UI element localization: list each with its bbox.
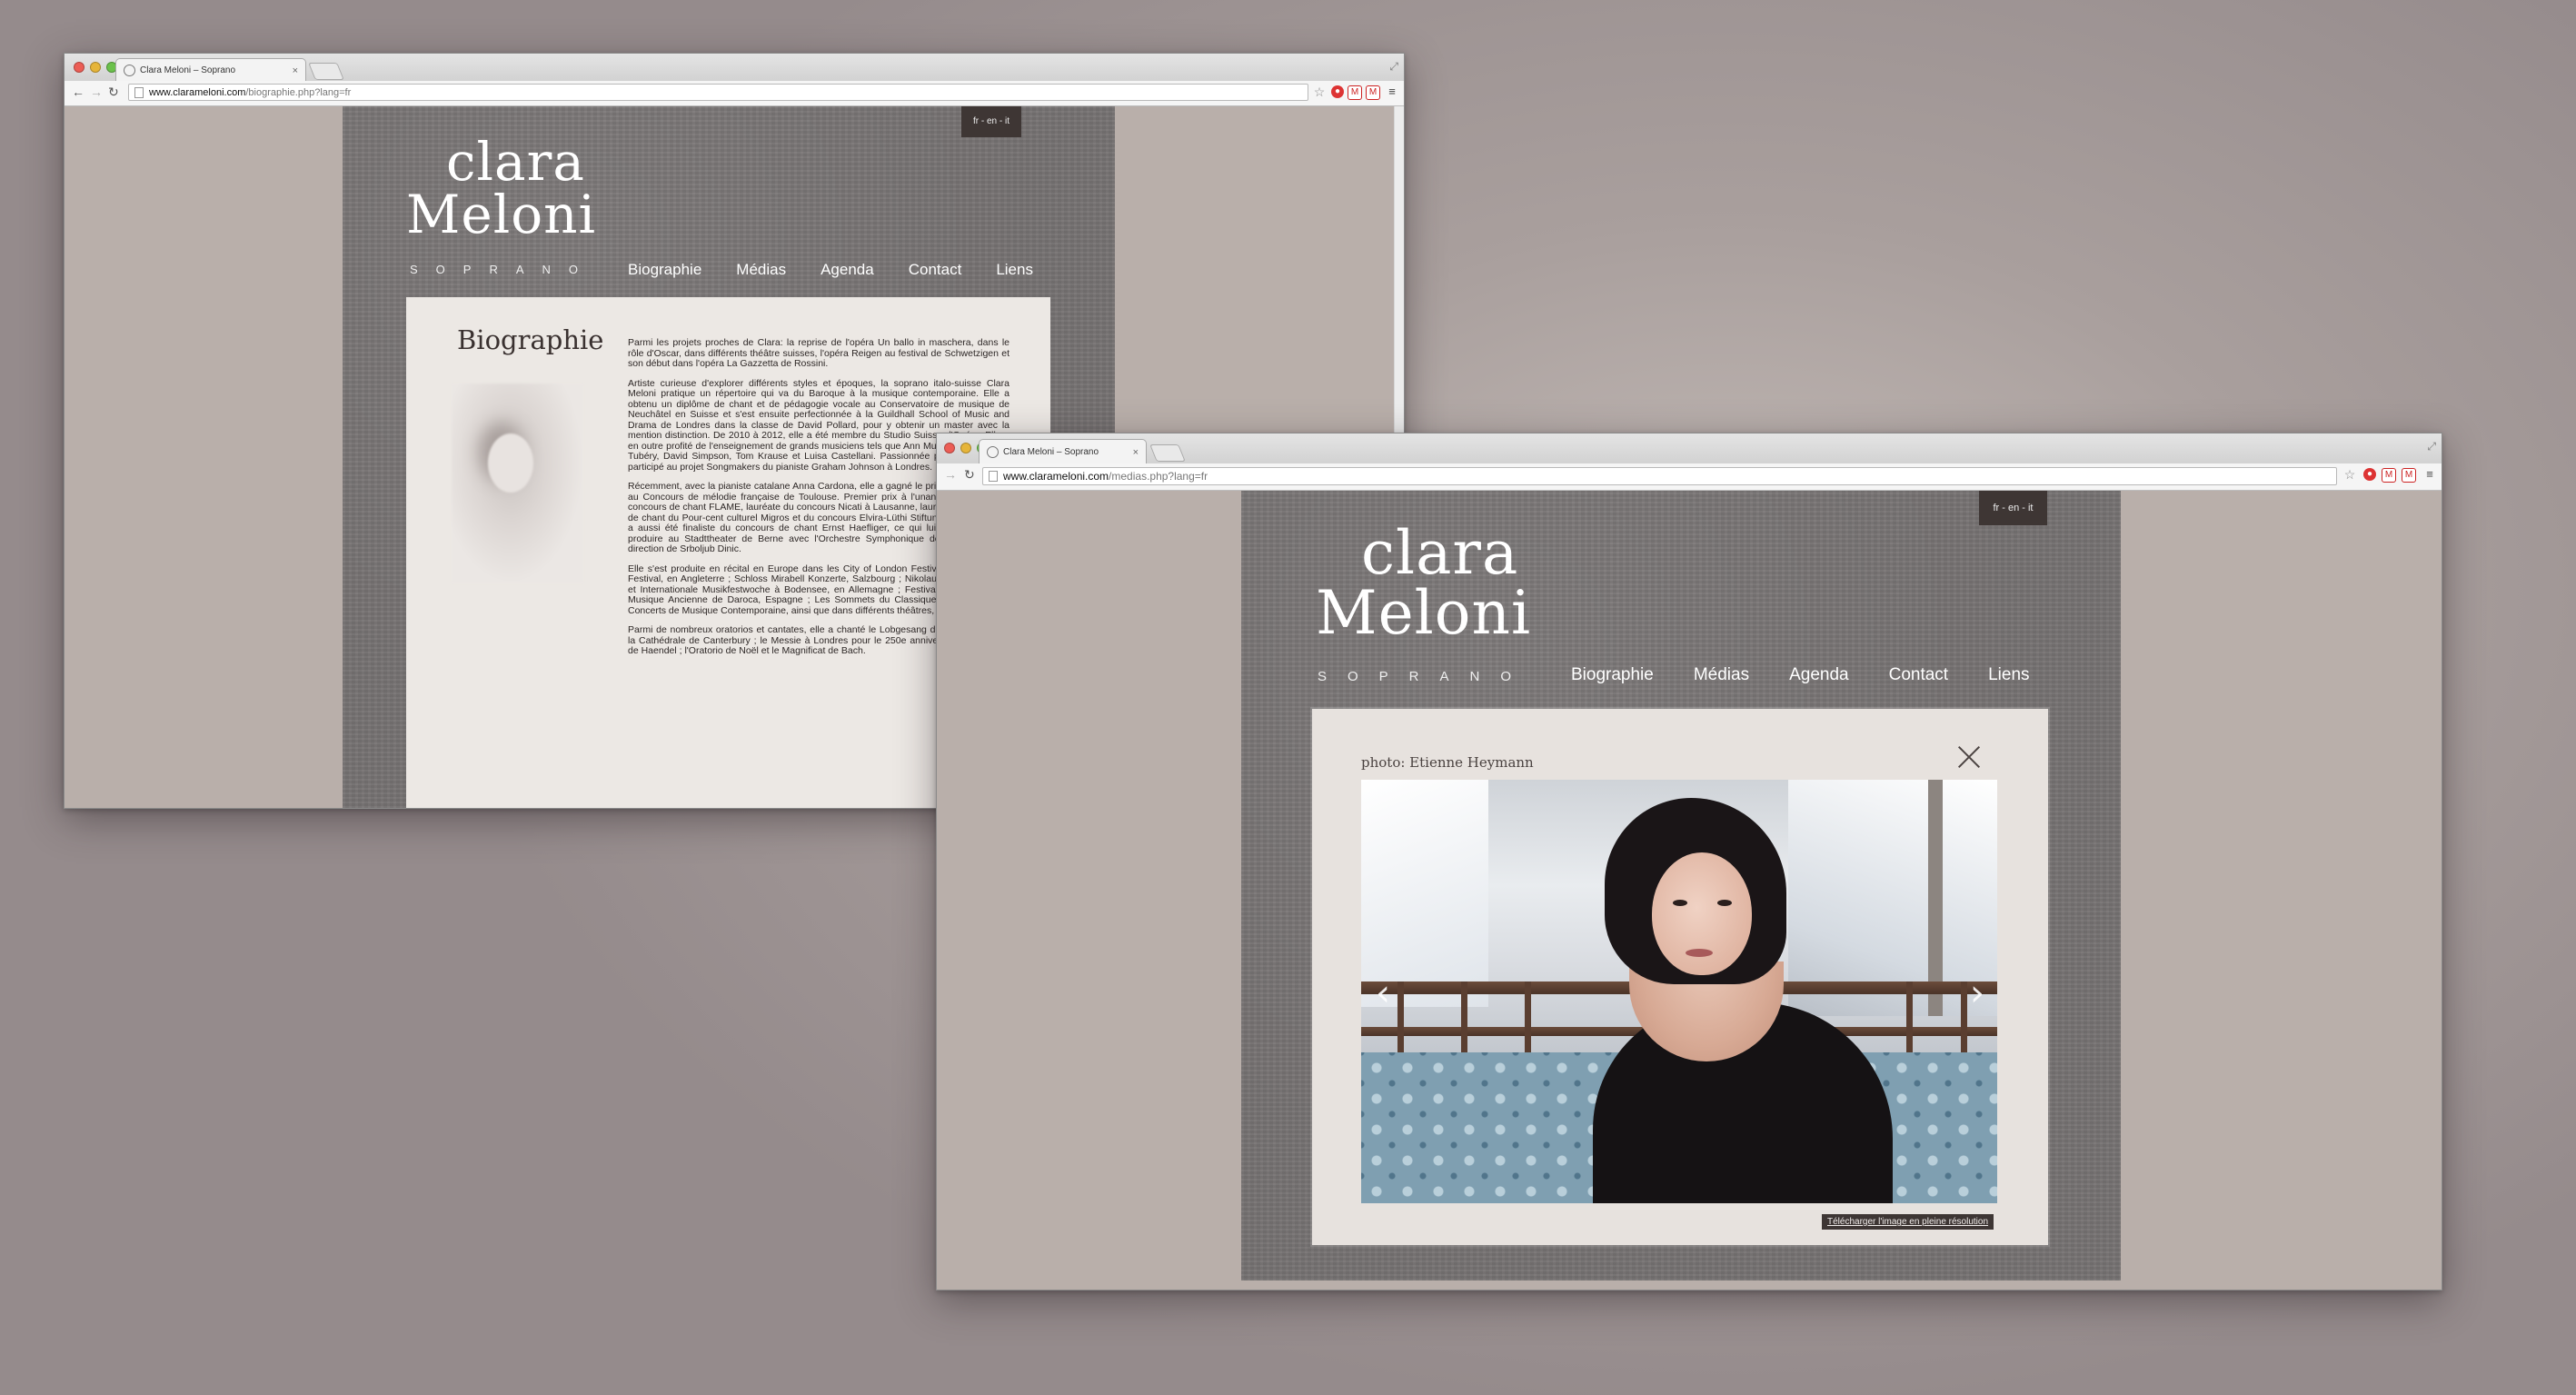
logo-first-name: clara [446,131,585,193]
url-path: /medias.php?lang=fr [1109,470,1208,483]
tagline: SOPRANO [1318,669,1533,684]
url-domain: www.clarameloni.com [1003,470,1109,483]
fullscreen-icon[interactable]: ⤢ [2427,440,2436,453]
tab-close-icon[interactable]: × [1133,447,1139,458]
minimize-window-button[interactable] [90,62,101,73]
tab-title: Clara Meloni – Soprano [1003,447,1099,457]
main-nav: Biographie Médias Agenda Contact Liens [1571,665,2070,685]
new-tab-button[interactable] [308,63,344,80]
bio-paragraph: Parmi les projets proches de Clara: la r… [628,337,1010,369]
portrait-face [488,433,533,493]
extension-icon[interactable]: ● [2363,468,2376,481]
chevron-right-icon[interactable]: › [1970,972,1984,1014]
forward-arrow-icon[interactable]: → [90,85,103,99]
download-full-resolution-link[interactable]: Télécharger l'image en pleine résolution [1822,1214,1994,1230]
language-switch[interactable]: fr - en - it [1979,491,2047,525]
mail-notifier-icon[interactable]: M [2402,468,2416,483]
address-bar[interactable]: www.clarameloni.com/medias.php?lang=fr [982,467,2337,485]
menu-icon[interactable]: ≡ [2423,468,2436,481]
page-icon [989,471,998,482]
star-icon[interactable]: ☆ [1313,85,1326,98]
extension-icon[interactable]: ● [1331,85,1344,98]
nav-medias[interactable]: Médias [1694,665,1749,685]
page-icon [134,86,144,98]
photo-spindle [1906,981,1913,1063]
logo-last-name: Meloni [1316,578,1532,648]
nav-liens[interactable]: Liens [1988,665,2029,685]
reload-icon[interactable]: ↻ [108,85,119,100]
browser-tab[interactable]: Clara Meloni – Soprano × [979,439,1147,464]
menu-icon[interactable]: ≡ [1386,85,1398,98]
close-window-button[interactable] [74,62,85,73]
address-bar[interactable]: www.clarameloni.com/biographie.php?lang=… [128,84,1308,101]
nav-contact[interactable]: Contact [1889,665,1948,685]
back-arrow-icon[interactable]: ← [72,85,85,99]
photo-figure-lips [1686,949,1713,957]
language-switch[interactable]: fr - en - it [961,106,1021,137]
nav-biographie[interactable]: Biographie [628,261,701,279]
nav-medias[interactable]: Médias [736,261,786,279]
nav-biographie[interactable]: Biographie [1571,665,1654,685]
site-logo[interactable]: clara Meloni [406,135,596,241]
close-window-button[interactable] [944,443,955,453]
browser-toolbar: ← → ↻ www.clarameloni.com/biographie.php… [65,81,1404,106]
nav-agenda[interactable]: Agenda [1789,665,1849,685]
nav-liens[interactable]: Liens [996,261,1033,279]
logo-last-name: Meloni [406,184,597,245]
main-nav: Biographie Médias Agenda Contact Liens [628,261,1068,279]
photo-window-right [1788,780,1997,1016]
forward-arrow-icon[interactable]: → [944,467,957,482]
favicon-icon [987,446,999,458]
tab-strip: Clara Meloni – Soprano × ⤢ [937,433,2442,464]
window-controls [74,62,117,73]
new-tab-button[interactable] [1149,444,1186,462]
page-viewport: fr - en - it clara Meloni SOPRANO Biogra… [937,491,2442,1290]
site-container: fr - en - it clara Meloni SOPRANO Biogra… [1241,491,2121,1280]
nav-agenda[interactable]: Agenda [821,261,874,279]
tagline: SOPRANO [410,263,597,276]
gallery-photo: ‹ › [1361,780,1997,1203]
photo-lightbox: photo: Etienne Heymann ‹ › Télécharger l… [1312,709,2048,1245]
portrait-image [452,384,583,583]
tab-title: Clara Meloni – Soprano [140,65,236,75]
site-logo[interactable]: clara Meloni [1316,523,1531,643]
minimize-window-button[interactable] [960,443,971,453]
fullscreen-icon[interactable]: ⤢ [1389,60,1398,74]
tab-strip: Clara Meloni – Soprano × ⤢ [65,54,1404,82]
mail-icon[interactable]: M [1348,85,1362,100]
nav-contact[interactable]: Contact [909,261,962,279]
logo-first-name: clara [1361,518,1519,588]
photo-credit: photo: Etienne Heymann [1361,754,1534,771]
browser-window-medias: Clara Meloni – Soprano × ⤢ → ↻ www.clara… [936,433,2442,1290]
mail-notifier-icon[interactable]: M [1366,85,1380,100]
photo-spindle [1397,981,1404,1063]
photo-figure-eye [1673,900,1687,906]
star-icon[interactable]: ☆ [2343,468,2356,481]
page-title: Biographie [457,324,604,355]
photo-spindle [1525,981,1531,1063]
photo-figure-eye [1717,900,1732,906]
mail-icon[interactable]: M [2382,468,2396,483]
photo-spindle [1961,981,1967,1063]
browser-toolbar: → ↻ www.clarameloni.com/medias.php?lang=… [937,463,2442,491]
browser-tab[interactable]: Clara Meloni – Soprano × [115,58,306,82]
tab-close-icon[interactable]: × [293,65,298,76]
url-domain: www.clarameloni.com [149,86,246,98]
reload-icon[interactable]: ↻ [964,467,975,483]
close-icon[interactable] [1957,745,1981,769]
url-path: /biographie.php?lang=fr [245,86,352,98]
favicon-icon [124,65,135,76]
photo-spindle [1461,981,1467,1063]
chevron-left-icon[interactable]: ‹ [1376,972,1390,1014]
photo-window-frame [1928,780,1943,1016]
